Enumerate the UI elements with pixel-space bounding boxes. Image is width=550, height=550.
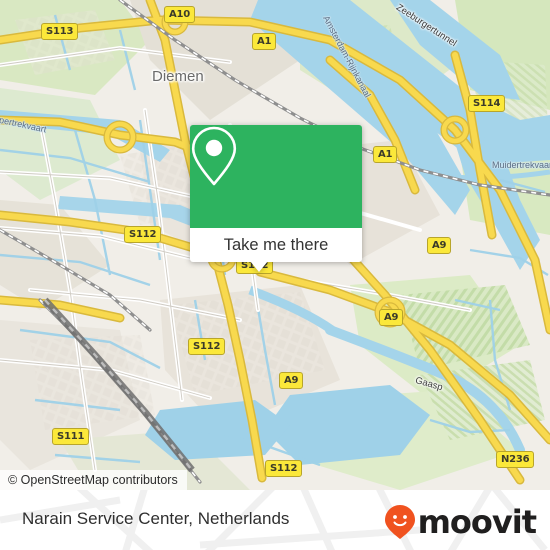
road-shield-a1-mid: A1 — [373, 146, 398, 163]
road-shield-a9-lower: A9 — [279, 372, 304, 389]
take-me-there-label: Take me there — [223, 235, 329, 254]
road-shield-a10: A10 — [164, 6, 196, 23]
map-label-diemen: Diemen — [152, 68, 204, 85]
take-me-there-button[interactable]: Take me there — [190, 228, 362, 262]
road-shield-s112-bottom: S112 — [265, 460, 303, 477]
road-shield-s112-left: S112 — [124, 226, 162, 243]
screenshot-root: Diemen Amsterdam-Rijnkanaal Weespertrekv… — [0, 0, 550, 550]
location-callout[interactable]: Take me there — [190, 125, 362, 272]
moovit-logo[interactable]: moovit — [384, 503, 537, 541]
map-label-muidertrekvaart: Muidertrekvaart — [492, 160, 550, 170]
map-canvas[interactable]: Diemen Amsterdam-Rijnkanaal Weespertrekv… — [0, 0, 550, 490]
moovit-wordmark: moovit — [417, 503, 537, 541]
footer-bar: Narain Service Center, Netherlands moovi… — [0, 490, 550, 550]
road-shield-n236: N236 — [496, 451, 535, 468]
osm-attribution[interactable]: © OpenStreetMap contributors — [0, 470, 187, 490]
callout-tail — [250, 261, 268, 272]
place-title: Narain Service Center, Netherlands — [22, 509, 290, 528]
road-shield-a9-mid: A9 — [379, 309, 404, 326]
road-shield-s111: S111 — [52, 428, 90, 445]
callout-icon-area — [190, 125, 362, 228]
road-shield-a9-right: A9 — [427, 237, 452, 254]
road-shield-a1-top: A1 — [252, 33, 277, 50]
map-pin-icon — [191, 126, 237, 186]
road-shield-s112-mid: S112 — [188, 338, 226, 355]
road-shield-s114: S114 — [468, 95, 506, 112]
moovit-smiley-pin-icon — [384, 505, 415, 539]
road-shield-s113: S113 — [41, 23, 79, 40]
